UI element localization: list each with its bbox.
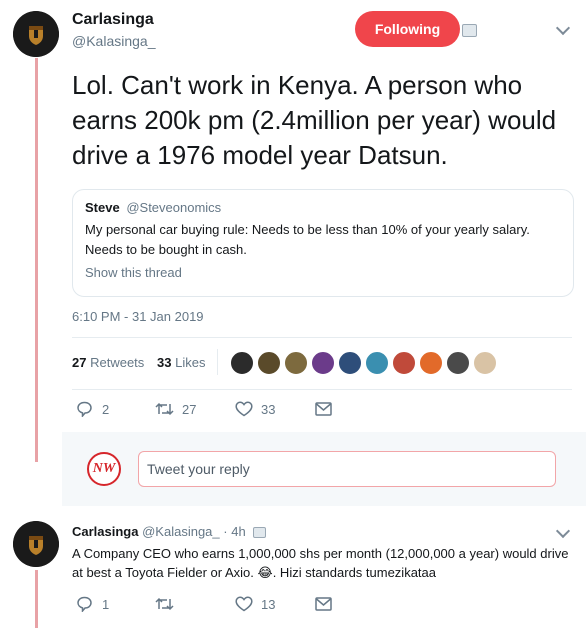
liker-avatar[interactable] — [419, 351, 443, 375]
divider — [72, 337, 572, 338]
reply-header: Carlasinga @Kalasinga_ · 4h — [72, 524, 267, 539]
retweets-label: Retweets — [90, 355, 145, 370]
author-handle[interactable]: @Kalasinga_ — [72, 33, 156, 49]
reply-count: 2 — [102, 401, 110, 417]
block-user-icon[interactable] — [462, 24, 477, 37]
reply-icon — [77, 596, 92, 612]
reply-author-name[interactable]: Carlasinga — [72, 524, 138, 539]
stats-divider — [217, 349, 218, 375]
tweet-timestamp[interactable]: 6:10 PM - 31 Jan 2019 — [72, 309, 204, 324]
retweet-count: 27 — [182, 401, 197, 417]
retweets-count: 27 — [72, 355, 87, 370]
porsche-crest-icon — [13, 11, 59, 57]
retweet-action[interactable] — [155, 596, 182, 612]
quote-text: My personal car buying rule: Needs to be… — [85, 222, 530, 257]
laughing-emoji-icon: 😂 — [257, 565, 273, 580]
retweet-action[interactable]: 27 — [155, 401, 196, 417]
liker-avatar[interactable] — [473, 351, 497, 375]
reply-time[interactable]: 4h — [231, 524, 245, 539]
like-action[interactable]: 13 — [235, 596, 275, 612]
reply-dot: · — [223, 524, 228, 539]
like-action[interactable]: 33 — [235, 401, 275, 417]
thread-line-bottom — [35, 570, 38, 628]
retweet-icon — [155, 597, 174, 611]
thread-line-top — [35, 58, 38, 462]
reply-icon — [77, 401, 92, 417]
reply-action[interactable]: 1 — [76, 596, 109, 612]
show-thread-link[interactable]: Show this thread — [85, 265, 182, 280]
direct-message-action[interactable] — [315, 597, 332, 616]
liker-avatar[interactable] — [311, 351, 335, 375]
heart-icon — [235, 401, 253, 417]
liker-avatar[interactable] — [338, 351, 362, 375]
likes-label: Likes — [175, 355, 206, 370]
like-count: 13 — [261, 596, 276, 612]
block-user-icon[interactable] — [253, 527, 267, 539]
quote-author-handle: @Steveonomics — [126, 200, 222, 215]
liker-avatar[interactable] — [284, 351, 308, 375]
author-avatar[interactable] — [13, 11, 59, 57]
reply-author-avatar[interactable] — [13, 521, 59, 567]
chevron-down-icon[interactable] — [555, 523, 571, 539]
quote-author-name: Steve — [85, 200, 120, 215]
divider — [72, 389, 572, 390]
current-user-avatar[interactable]: NW — [87, 452, 121, 486]
following-button[interactable]: Following — [355, 11, 460, 47]
reply-count: 1 — [102, 596, 110, 612]
tweet-text: Lol. Can't work in Kenya. A person who e… — [72, 70, 557, 170]
reply-author-handle[interactable]: @Kalasinga_ — [142, 524, 220, 539]
tweet-reply-input[interactable]: Tweet your reply — [138, 451, 556, 487]
likers-avatars — [230, 351, 497, 375]
author-name[interactable]: Carlasinga — [72, 11, 154, 29]
envelope-icon — [315, 402, 332, 416]
like-stats[interactable]: 33 Likes — [157, 355, 205, 370]
liker-avatar[interactable] — [230, 351, 254, 375]
liker-avatar[interactable] — [446, 351, 470, 375]
retweet-icon — [155, 402, 174, 416]
liker-avatar[interactable] — [365, 351, 389, 375]
reply-action[interactable]: 2 — [76, 401, 109, 417]
likes-count: 33 — [157, 355, 172, 370]
like-count: 33 — [261, 401, 276, 417]
porsche-crest-icon — [13, 521, 59, 567]
liker-avatar[interactable] — [257, 351, 281, 375]
reply-text-tail: . Hizi standards tumezikataa — [272, 565, 436, 580]
quoted-tweet[interactable]: Steve @Steveonomics My personal car buyi… — [72, 189, 574, 297]
chevron-down-icon[interactable] — [555, 20, 571, 36]
avatar-logo-text: NW — [92, 461, 116, 476]
liker-avatar[interactable] — [392, 351, 416, 375]
heart-icon — [235, 596, 253, 612]
envelope-icon — [315, 597, 332, 611]
direct-message-action[interactable] — [315, 402, 332, 421]
reply-text: A Company CEO who earns 1,000,000 shs pe… — [72, 544, 572, 582]
retweet-stats[interactable]: 27 Retweets — [72, 355, 144, 370]
